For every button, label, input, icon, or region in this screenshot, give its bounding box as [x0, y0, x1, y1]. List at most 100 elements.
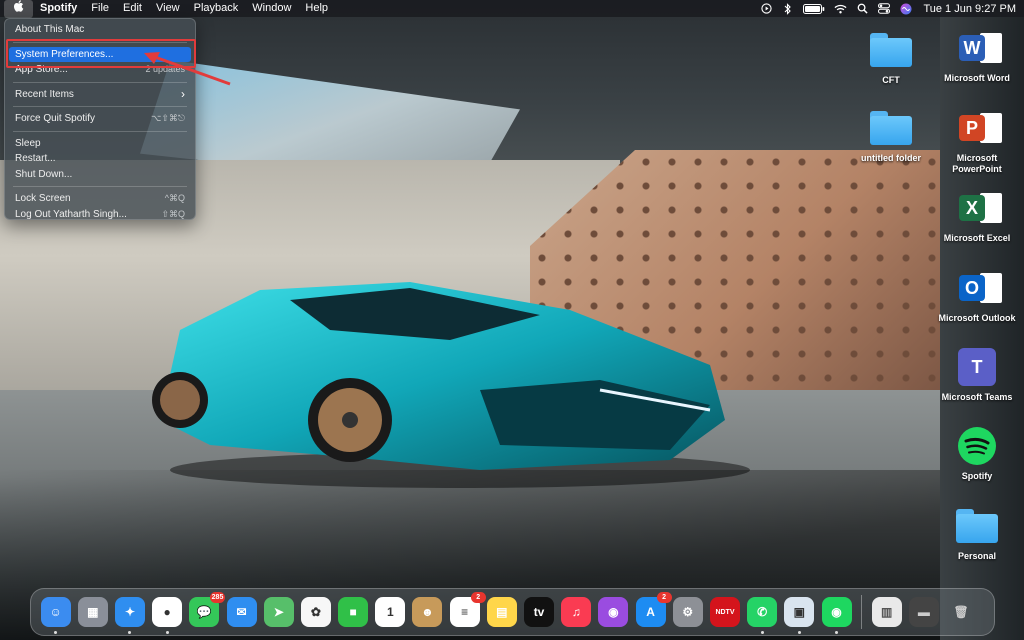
desktop-icon-label: Spotify: [961, 471, 993, 481]
dock-glyph: ☺: [49, 605, 62, 619]
desktop-icon-microsoft-excel[interactable]: X Microsoft Excel: [936, 186, 1018, 244]
menu-file[interactable]: File: [84, 0, 116, 17]
running-indicator: [797, 631, 801, 634]
dock-glyph: ✉: [236, 605, 247, 619]
menu-item-force-quit[interactable]: Force Quit Spotify ⌥⇧⌘⎋: [5, 111, 195, 127]
menu-view[interactable]: View: [149, 0, 187, 17]
dock-badge: 2: [656, 592, 672, 603]
desktop-icon-microsoft-powerpoint[interactable]: P Microsoft PowerPoint: [936, 106, 1018, 175]
menu-item-label: Force Quit Spotify: [15, 113, 96, 124]
menu-item-shut-down[interactable]: Shut Down...: [5, 167, 195, 183]
dock-glyph: ✆: [757, 605, 768, 619]
menu-item-recent-items[interactable]: Recent Items ›: [5, 87, 195, 103]
menu-item-shortcut: ⇧⌘Q: [161, 208, 185, 219]
menu-item-label: Restart...: [15, 153, 56, 164]
menu-item-label: Sleep: [15, 137, 41, 149]
dock-glyph: ✿: [310, 605, 321, 619]
desktop-icon-cft[interactable]: CFT: [850, 28, 932, 86]
menu-item-shortcut: ^⌘Q: [164, 193, 185, 203]
menu-item-shortcut: ⌥⇧⌘⎋: [150, 113, 185, 123]
dock-glyph: ●: [163, 605, 171, 619]
control-center-icon[interactable]: [876, 0, 892, 17]
desktop-icon-label: Personal: [957, 551, 997, 561]
dock-badge: 285: [209, 592, 226, 603]
menu-item-lock-screen[interactable]: Lock Screen ^⌘Q: [5, 191, 195, 207]
dock-screenshot-stack-icon[interactable]: ▬: [908, 597, 939, 627]
desktop-icon-spotify[interactable]: Spotify: [936, 424, 1018, 482]
dock-whatsapp-icon[interactable]: ✆: [747, 597, 778, 634]
dock-reminders-icon[interactable]: ≡ 2: [449, 592, 486, 627]
word-icon: W: [958, 29, 1002, 67]
desktop-icon-microsoft-outlook[interactable]: O Microsoft Outlook: [936, 266, 1018, 324]
dock-finder-icon[interactable]: ☺: [40, 597, 71, 634]
dock-music-icon[interactable]: ♫: [561, 597, 592, 627]
outlook-icon: O: [958, 269, 1002, 307]
folder-icon: [870, 111, 912, 145]
dock-glyph: ▣: [793, 605, 806, 619]
chevron-right-icon: ›: [181, 86, 185, 101]
dock-safari-icon[interactable]: ✦: [114, 597, 145, 634]
excel-icon: X: [958, 189, 1002, 227]
dock-trash-icon[interactable]: 🗑: [946, 597, 976, 627]
desktop-icon-microsoft-word[interactable]: W Microsoft Word: [936, 26, 1018, 84]
desktop-icon-personal[interactable]: Personal: [936, 504, 1018, 562]
dock-photos-icon[interactable]: ✿: [300, 597, 331, 627]
menu-playback[interactable]: Playback: [187, 0, 246, 17]
menu-clock[interactable]: Tue 1 Jun 9:27 PM: [923, 3, 1016, 15]
dock-contacts-icon[interactable]: ☻: [412, 597, 443, 627]
running-indicator: [760, 631, 764, 634]
play-icon[interactable]: [758, 0, 774, 17]
dock-glyph: 🗑: [953, 605, 969, 619]
wifi-icon[interactable]: [832, 0, 848, 17]
desktop-icon-label: CFT: [882, 75, 900, 85]
battery-icon[interactable]: [802, 0, 826, 17]
dock-glyph: ▬: [917, 605, 930, 619]
spotlight-icon[interactable]: [854, 0, 870, 17]
dock-downloads-stack-icon[interactable]: ▥: [871, 597, 902, 627]
dock-podcasts-icon[interactable]: ◉: [598, 597, 629, 627]
dock-separator: [861, 595, 863, 629]
dock-glyph: ➤: [273, 605, 284, 619]
menu-edit[interactable]: Edit: [116, 0, 149, 17]
dock-launchpad-icon[interactable]: ▦: [77, 597, 108, 627]
menu-window[interactable]: Window: [245, 0, 298, 17]
dock-glyph: ☻: [421, 605, 434, 619]
desktop-icon-untitled-folder[interactable]: untitled folder: [850, 106, 932, 164]
dock-notes-icon[interactable]: ▤: [486, 597, 517, 627]
dock-glyph: ⚙: [682, 605, 694, 619]
running-indicator: [128, 631, 132, 634]
menu-app-name[interactable]: Spotify: [33, 0, 84, 17]
dock-messages-icon[interactable]: 💬 285: [189, 592, 226, 627]
menu-item-label: About This Mac: [15, 24, 85, 35]
dock-system-preferences-icon[interactable]: ⚙: [672, 597, 703, 627]
desktop-icon-microsoft-teams[interactable]: T Microsoft Teams: [936, 345, 1018, 403]
dock-glyph: ■: [349, 605, 357, 619]
dock-spotify-icon[interactable]: ◉: [821, 597, 852, 634]
dock-ndtv-icon[interactable]: NDTV: [709, 597, 740, 627]
desktop-icon-label: Microsoft Teams: [941, 392, 1013, 402]
dock-maps-icon[interactable]: ➤: [263, 597, 294, 627]
menu-item-log-out[interactable]: Log Out Yatharth Singh... ⇧⌘Q: [5, 207, 195, 223]
siri-icon[interactable]: [898, 0, 914, 17]
dock-glyph: ♫: [571, 605, 581, 619]
menu-item-restart[interactable]: Restart...: [5, 151, 195, 167]
dock-calendar-icon[interactable]: 1: [375, 597, 406, 627]
bluetooth-icon[interactable]: [780, 0, 796, 17]
running-indicator: [54, 631, 58, 634]
desktop-icon-label: Microsoft PowerPoint: [952, 153, 1002, 174]
menu-item-about-this-mac[interactable]: About This Mac: [5, 22, 195, 38]
dock-facetime-icon[interactable]: ■: [338, 597, 369, 627]
dock-chrome-icon[interactable]: ●: [152, 597, 183, 634]
dock: ☺ ▦ ✦ ● 💬 285 ✉ ➤ ✿ ■ 1 ☻ ≡ 2 ▤ tv ♫ ◉ A 2 ⚙ NDTV ✆ ▣ ◉ ▥ ▬ 🗑: [30, 588, 995, 636]
dock-apple-tv-icon[interactable]: tv: [524, 597, 555, 627]
dock-glyph: NDTV: [715, 608, 735, 616]
apple-menu-icon[interactable]: [4, 0, 33, 18]
dock-glyph: ▥: [881, 605, 893, 619]
dock-glyph: ◉: [831, 605, 842, 619]
menu-help[interactable]: Help: [298, 0, 335, 17]
dock-app-store-icon[interactable]: A2: [635, 592, 672, 627]
menu-item-sleep[interactable]: Sleep: [5, 136, 195, 152]
dock-mail-icon[interactable]: ✉: [226, 597, 257, 627]
dock-preview-icon[interactable]: ▣: [784, 597, 815, 634]
wallpaper-car: [152, 282, 750, 488]
